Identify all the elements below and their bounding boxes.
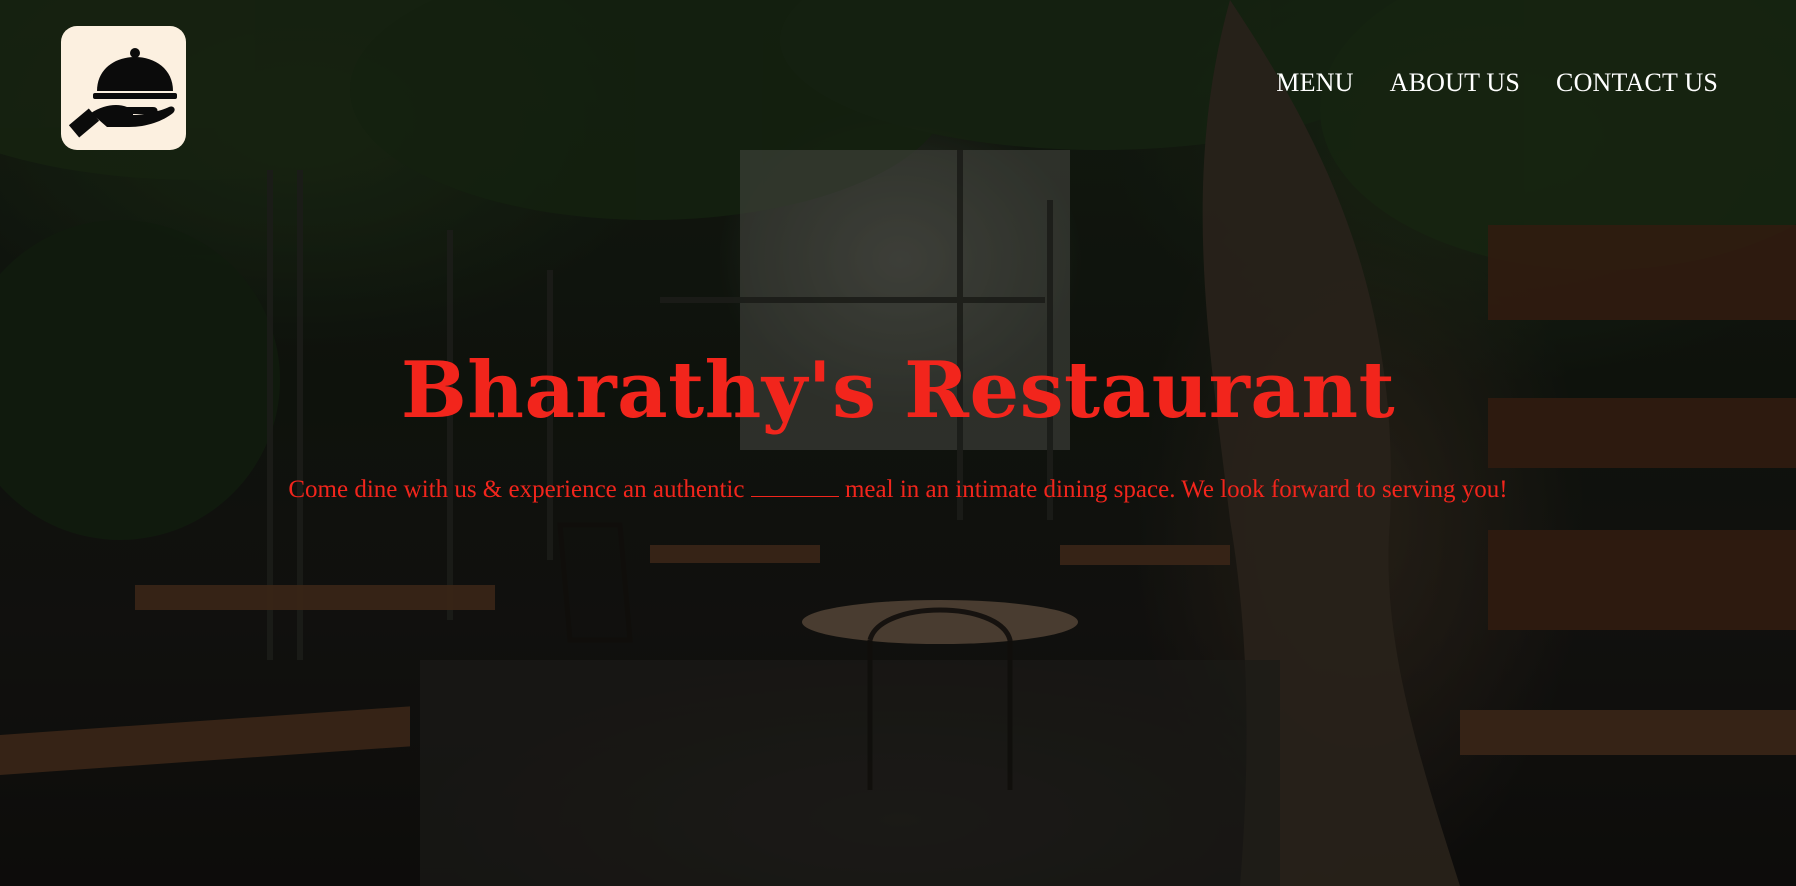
background-overlay	[0, 0, 1796, 886]
restaurant-title: Bharathy's Restaurant	[400, 345, 1396, 436]
nav-about-us-link[interactable]: ABOUT US	[1390, 68, 1520, 98]
tagline-text-start: Come dine with us & experience an authen…	[288, 476, 751, 503]
hero-section: MENU ABOUT US CONTACT US Bharathy's Rest…	[0, 0, 1796, 886]
main-navigation: MENU ABOUT US CONTACT US	[1276, 68, 1718, 98]
tagline-text-end: meal in an intimate dining space. We loo…	[838, 476, 1508, 503]
nav-contact-us-link[interactable]: CONTACT US	[1556, 68, 1718, 98]
restaurant-logo[interactable]	[61, 26, 186, 150]
serving-cloche-hand-icon	[68, 48, 177, 138]
tagline-blank-underline	[750, 478, 839, 497]
nav-menu-link[interactable]: MENU	[1276, 68, 1353, 98]
hero-tagline: Come dine with us & experience an authen…	[0, 476, 1796, 504]
